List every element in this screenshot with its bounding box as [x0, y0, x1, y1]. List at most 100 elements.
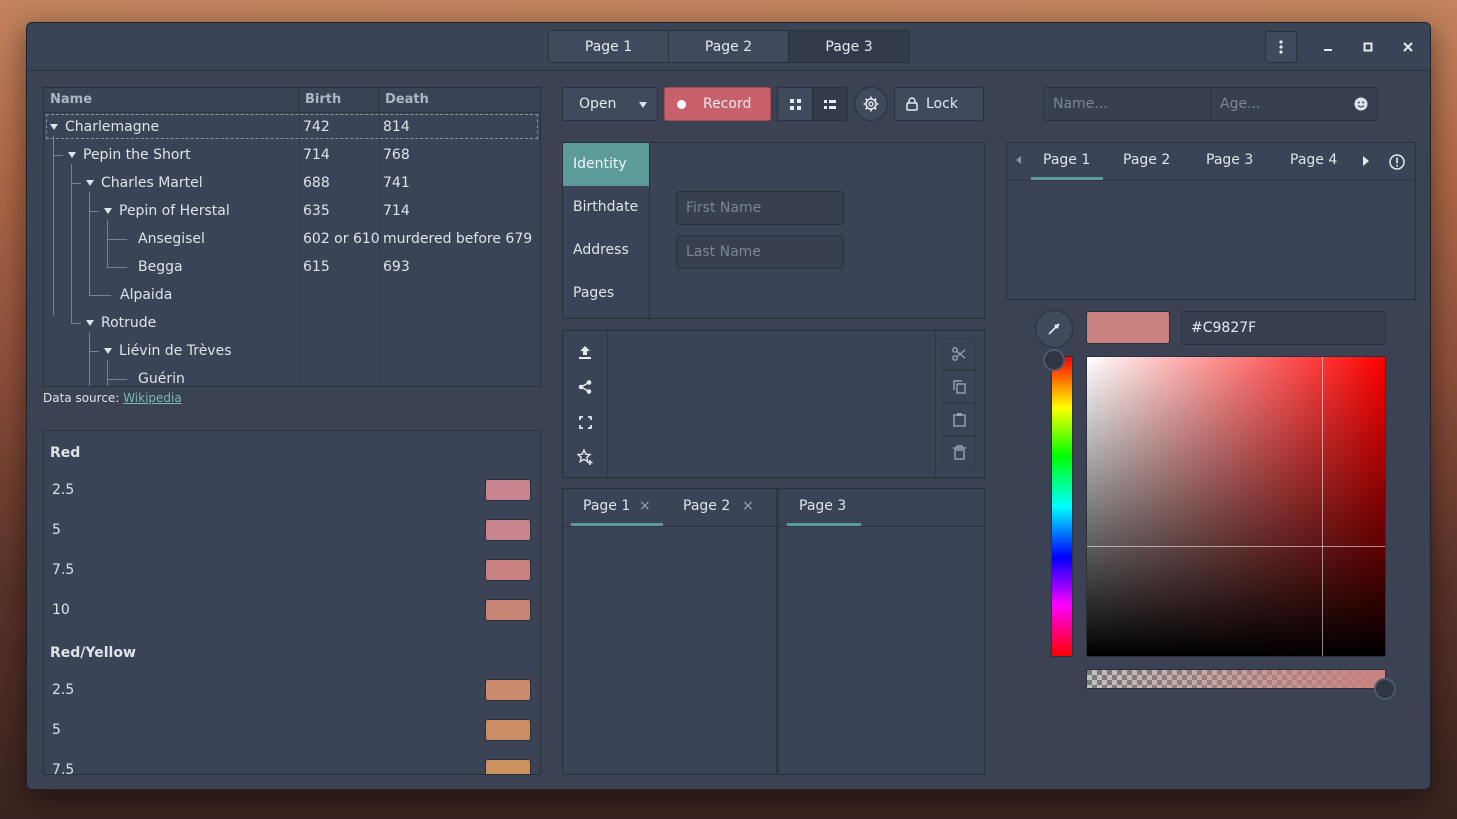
tree-row[interactable]: Ansegisel 602 or 610 murdered before 679 — [44, 225, 540, 253]
delete-icon — [952, 445, 966, 460]
emoji-icon[interactable] — [1354, 97, 1368, 111]
tab-label: Page 2 — [1123, 152, 1171, 168]
kebab-menu-button[interactable] — [1265, 31, 1297, 63]
expander-icon[interactable] — [104, 348, 112, 354]
share-icon — [578, 380, 592, 394]
age-search-field[interactable] — [1210, 87, 1378, 121]
tree-name: Ansegisel — [138, 231, 205, 247]
favorite-button[interactable] — [567, 442, 603, 472]
minimize-button[interactable] — [1313, 32, 1343, 62]
fullscreen-button[interactable] — [567, 407, 603, 437]
side-tab-birthdate[interactable]: Birthdate — [563, 186, 649, 229]
tree-birth: 688 — [303, 175, 330, 191]
grid-view-icon — [789, 98, 801, 110]
color-swatch[interactable] — [485, 519, 531, 541]
first-name-field[interactable] — [676, 191, 844, 225]
hex-input[interactable] — [1181, 311, 1386, 345]
tree-death: 768 — [383, 147, 410, 163]
column-header-death[interactable]: Death — [379, 88, 540, 112]
last-name-field[interactable] — [676, 235, 844, 269]
eyedropper-button[interactable] — [1035, 310, 1073, 348]
tab-page-2[interactable]: Page 2 × — [673, 489, 765, 526]
tree-row[interactable]: Alpaida — [44, 281, 540, 309]
tab-page-3[interactable]: Page 3 — [787, 489, 861, 526]
close-icon — [1403, 42, 1413, 52]
hue-slider[interactable] — [1051, 356, 1073, 657]
hue-slider-handle[interactable] — [1043, 349, 1065, 371]
color-swatch[interactable] — [485, 719, 531, 741]
column-header-name[interactable]: Name — [44, 88, 299, 112]
paste-icon — [952, 413, 966, 427]
saturation-value-plane[interactable] — [1086, 356, 1386, 657]
record-icon — [677, 99, 686, 109]
tree-death: 693 — [383, 259, 410, 275]
title-tab-page-1[interactable]: Page 1 — [548, 30, 669, 63]
title-tab-label: Page 2 — [704, 38, 753, 55]
tree-row[interactable]: Pepin the Short 714 768 — [44, 141, 540, 169]
close-icon[interactable]: × — [742, 498, 754, 514]
wikipedia-link[interactable]: Wikipedia — [123, 391, 182, 405]
close-button[interactable] — [1393, 32, 1423, 62]
record-button[interactable]: Record — [664, 87, 771, 121]
tab-page-1[interactable]: Page 1 × — [571, 489, 663, 526]
column-header-birth[interactable]: Birth — [299, 88, 379, 112]
tree-row[interactable]: Begga 615 693 — [44, 253, 540, 281]
tree-row[interactable]: Pepin of Herstal 635 714 — [44, 197, 540, 225]
name-search-field[interactable] — [1043, 87, 1211, 121]
expander-icon[interactable] — [86, 180, 94, 186]
color-swatch[interactable] — [485, 479, 531, 501]
color-swatch[interactable] — [485, 679, 531, 701]
tree-name: Pepin of Herstal — [119, 203, 230, 219]
color-swatch[interactable] — [485, 559, 531, 581]
scroll-tab-page-2[interactable]: Page 2 — [1113, 143, 1189, 180]
chevron-down-icon — [639, 102, 647, 108]
settings-button[interactable] — [854, 87, 888, 121]
color-item-label: 5 — [52, 722, 61, 738]
expander-icon[interactable] — [86, 320, 94, 326]
side-tab-address[interactable]: Address — [563, 229, 649, 272]
list-view-icon — [824, 99, 836, 109]
tree-row[interactable]: Liévin de Trèves — [44, 337, 540, 365]
side-tab-identity[interactable]: Identity — [563, 143, 649, 186]
expander-icon[interactable] — [68, 152, 76, 158]
cut-button[interactable] — [942, 338, 976, 370]
alert-icon[interactable] — [1389, 154, 1405, 170]
color-item-label: 7.5 — [52, 562, 75, 578]
copy-button[interactable] — [942, 370, 976, 403]
tree-row[interactable]: Charles Martel 688 741 — [44, 169, 540, 197]
share-button[interactable] — [567, 372, 603, 402]
grid-view-button[interactable] — [777, 87, 813, 121]
color-swatch[interactable] — [485, 759, 531, 774]
tab-label: Page 4 — [1290, 152, 1338, 168]
tree-row[interactable]: Guérin — [44, 365, 540, 386]
expander-icon[interactable] — [50, 124, 58, 130]
open-button[interactable]: Open — [562, 87, 658, 121]
expander-icon[interactable] — [104, 208, 112, 214]
tree-view: Name Birth Death Charlemagne 742 814 Pep… — [43, 87, 541, 387]
tree-birth: 635 — [303, 203, 330, 219]
side-tab-pages[interactable]: Pages — [563, 272, 649, 315]
delete-button[interactable] — [942, 436, 976, 469]
title-tab-page-3[interactable]: Page 3 — [788, 30, 910, 63]
scroll-right-icon[interactable] — [1363, 156, 1369, 166]
scroll-left-icon[interactable] — [1016, 156, 1021, 164]
alpha-slider[interactable] — [1086, 669, 1386, 689]
tab-label: Page 3 — [799, 498, 847, 514]
upload-button[interactable] — [567, 337, 603, 367]
color-swatch[interactable] — [485, 599, 531, 621]
close-icon[interactable]: × — [639, 498, 651, 514]
list-view-button[interactable] — [812, 87, 848, 121]
lock-button[interactable]: Lock — [894, 87, 984, 121]
paste-button[interactable] — [942, 403, 976, 436]
tree-row[interactable]: Charlemagne 742 814 — [44, 113, 540, 141]
tree-name: Rotrude — [101, 315, 157, 331]
title-tab-page-2[interactable]: Page 2 — [668, 30, 789, 63]
maximize-button[interactable] — [1353, 32, 1383, 62]
tree-row[interactable]: Rotrude — [44, 309, 540, 337]
copy-icon — [952, 379, 966, 394]
alpha-slider-handle[interactable] — [1374, 678, 1396, 700]
scroll-tab-page-4[interactable]: Page 4 — [1280, 143, 1356, 180]
maximize-icon — [1363, 42, 1373, 52]
scroll-tab-page-3[interactable]: Page 3 — [1196, 143, 1272, 180]
scroll-tab-page-1[interactable]: Page 1 — [1031, 143, 1103, 180]
